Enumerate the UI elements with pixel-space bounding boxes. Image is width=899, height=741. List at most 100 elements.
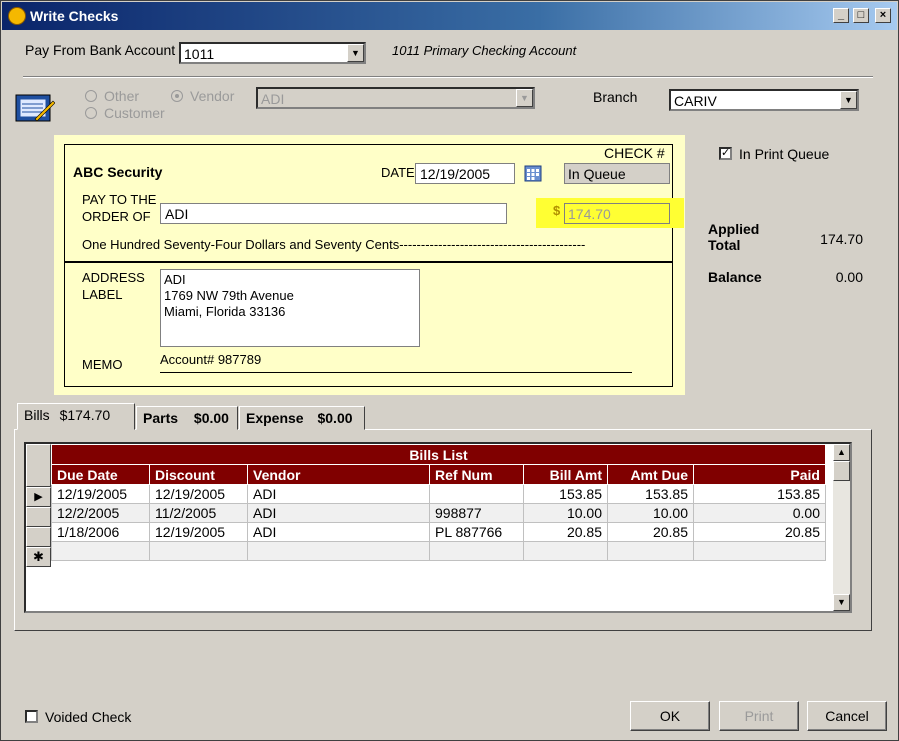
bank-account-description: 1011 Primary Checking Account	[392, 43, 577, 58]
address-label-1: ADDRESS	[82, 270, 145, 285]
col-amt-due[interactable]: Amt Due	[607, 464, 694, 485]
payee-vendor-radio[interactable]	[171, 90, 183, 102]
cell-ref-num[interactable]	[429, 484, 524, 504]
cancel-button[interactable]: Cancel	[807, 701, 887, 731]
bills-table: Bills List Due Date Discount Vendor Ref …	[51, 444, 826, 561]
branch-label: Branch	[593, 89, 638, 105]
cell-discount[interactable]: 12/19/2005	[149, 484, 248, 504]
payee-other-label: Other	[104, 88, 140, 104]
cell-ref-num[interactable]: 998877	[429, 503, 524, 523]
calendar-icon[interactable]	[524, 164, 542, 182]
tab-parts-name: Parts	[143, 410, 179, 426]
memo-underline	[160, 372, 632, 373]
cell-bill-amt[interactable]: 153.85	[523, 484, 608, 504]
col-bill-amt[interactable]: Bill Amt	[523, 464, 608, 485]
cell-amt-due[interactable]: 10.00	[607, 503, 694, 523]
col-paid[interactable]: Paid	[693, 464, 826, 485]
cell-paid[interactable]: 153.85	[693, 484, 826, 504]
bank-account-value: 1011	[184, 46, 215, 62]
maximize-button[interactable]: □	[853, 8, 869, 23]
balance-value: 0.00	[835, 269, 863, 285]
chevron-down-icon[interactable]: ▼	[516, 89, 533, 107]
bank-account-select[interactable]: 1011 ▼	[179, 42, 366, 64]
ok-button[interactable]: OK	[630, 701, 710, 731]
pay-to-label-2: ORDER OF	[82, 209, 151, 224]
tab-expense[interactable]: Expense $0.00	[239, 406, 365, 430]
cell-due-date[interactable]: 12/19/2005	[51, 484, 150, 504]
payee-vendor-label: Vendor	[190, 88, 235, 104]
title-bar[interactable]: Write Checks _ □ ×	[2, 2, 897, 30]
scroll-down-icon[interactable]: ▼	[833, 594, 850, 611]
cell-amt-due[interactable]: 153.85	[607, 484, 694, 504]
row-selector[interactable]	[26, 527, 51, 547]
bank-account-label: Pay From Bank Account	[25, 42, 176, 58]
table-row[interactable]: 1/18/2006 12/19/2005 ADI PL 887766 20.85…	[51, 522, 826, 542]
cell-amt-due[interactable]: 20.85	[607, 522, 694, 542]
dollar-sign: $	[553, 203, 561, 218]
new-row[interactable]	[51, 541, 826, 561]
print-queue-checkbox[interactable]: ✓	[719, 147, 732, 160]
check-status: In Queue	[564, 163, 670, 184]
minimize-button[interactable]: _	[833, 8, 849, 23]
row-selector[interactable]	[26, 507, 51, 527]
cell-discount[interactable]: 12/19/2005	[149, 522, 248, 542]
cell-discount[interactable]: 11/2/2005	[149, 503, 248, 523]
vendor-select[interactable]: ADI ▼	[256, 87, 535, 109]
cell-bill-amt[interactable]: 10.00	[523, 503, 608, 523]
tab-expense-name: Expense	[246, 410, 304, 426]
scroll-up-icon[interactable]: ▲	[833, 444, 850, 461]
tab-bills-name: Bills	[24, 407, 50, 423]
bills-grid[interactable]: Bills List Due Date Discount Vendor Ref …	[24, 442, 852, 613]
date-field[interactable]: 12/19/2005	[415, 163, 515, 184]
branch-value: CARIV	[674, 93, 717, 109]
voided-check-label: Voided Check	[45, 709, 132, 725]
voided-check-checkbox[interactable]	[25, 710, 38, 723]
write-checks-window: Write Checks _ □ × Pay From Bank Account…	[0, 0, 899, 741]
new-row-marker[interactable]: ✱	[26, 547, 51, 567]
cell-due-date[interactable]: 1/18/2006	[51, 522, 150, 542]
chevron-down-icon[interactable]: ▼	[840, 91, 857, 109]
check-number-label: CHECK #	[604, 145, 665, 161]
check-frame: CHECK # ABC Security DATE 12/19/2005 In …	[64, 144, 684, 387]
address-label-2: LABEL	[82, 287, 123, 302]
check-panel: CHECK # ABC Security DATE 12/19/2005 In …	[54, 135, 685, 395]
close-button[interactable]: ×	[875, 8, 891, 23]
payee-customer-radio[interactable]	[85, 107, 97, 119]
vertical-scrollbar[interactable]: ▲ ▼	[833, 444, 850, 611]
tab-parts[interactable]: Parts $0.00	[136, 406, 238, 430]
amount-in-words: One Hundred Seventy-Four Dollars and Sev…	[82, 237, 586, 252]
col-discount[interactable]: Discount	[149, 464, 248, 485]
current-row-marker[interactable]: ▶	[26, 487, 51, 507]
company-name: ABC Security	[73, 164, 163, 180]
cell-due-date[interactable]: 12/2/2005	[51, 503, 150, 523]
cell-vendor[interactable]: ADI	[247, 484, 430, 504]
table-row[interactable]: 12/19/2005 12/19/2005 ADI 153.85 153.85 …	[51, 484, 826, 504]
table-row[interactable]: 12/2/2005 11/2/2005 ADI 998877 10.00 10.…	[51, 503, 826, 523]
col-ref-num[interactable]: Ref Num	[429, 464, 524, 485]
scroll-thumb[interactable]	[833, 461, 850, 481]
col-due-date[interactable]: Due Date	[51, 464, 150, 485]
cell-paid[interactable]: 20.85	[693, 522, 826, 542]
tab-bills-amount: $174.70	[59, 407, 111, 423]
cell-vendor[interactable]: ADI	[247, 522, 430, 542]
memo-value[interactable]: Account# 987789	[160, 352, 261, 367]
col-vendor[interactable]: Vendor	[247, 464, 430, 485]
applied-label-1: Applied	[708, 221, 760, 237]
tab-bills[interactable]: Bills $174.70	[17, 403, 135, 430]
cell-ref-num[interactable]: PL 887766	[429, 522, 524, 542]
branch-select[interactable]: CARIV ▼	[669, 89, 859, 111]
address-textarea[interactable]: ADI 1769 NW 79th Avenue Miami, Florida 3…	[160, 269, 420, 347]
cell-paid[interactable]: 0.00	[693, 503, 826, 523]
app-icon	[8, 7, 26, 25]
pay-to-label-1: PAY TO THE	[82, 192, 157, 207]
payee-field[interactable]: ADI	[160, 203, 507, 224]
cell-bill-amt[interactable]: 20.85	[523, 522, 608, 542]
print-button[interactable]: Print	[719, 701, 799, 731]
memo-label: MEMO	[82, 357, 123, 372]
payee-other-radio[interactable]	[85, 90, 97, 102]
checkbook-icon	[15, 94, 55, 122]
cell-vendor[interactable]: ADI	[247, 503, 430, 523]
chevron-down-icon[interactable]: ▼	[347, 44, 364, 62]
amount-field[interactable]: 174.70	[564, 203, 670, 224]
print-queue-label: In Print Queue	[739, 146, 830, 162]
